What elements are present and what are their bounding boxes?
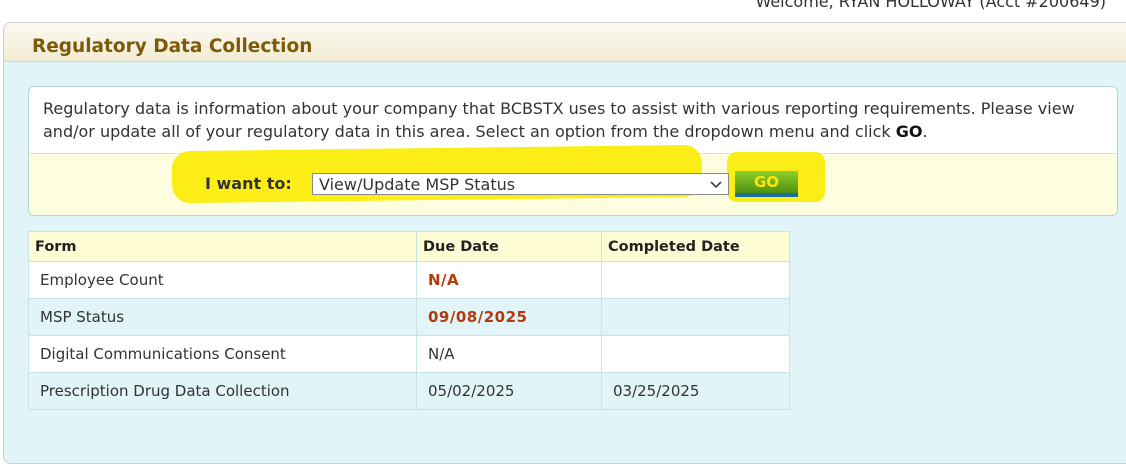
forms-table: Form Due Date Completed Date Employee Co…: [28, 231, 790, 410]
due-date: 09/08/2025: [416, 298, 602, 336]
intro-text: Regulatory data is information about you…: [29, 87, 1117, 155]
table-row: Digital Communications Consent N/A: [28, 335, 790, 373]
table-header-row: Form Due Date Completed Date: [28, 231, 790, 262]
welcome-text: Welcome, RYAN HOLLOWAY (Acct #200649): [755, 0, 1106, 11]
intro-go-emphasis: GO: [895, 122, 923, 141]
page-title: Regulatory Data Collection: [32, 36, 313, 57]
completed-date: [601, 261, 790, 299]
completed-date: [601, 298, 790, 336]
completed-date: 03/25/2025: [601, 372, 790, 410]
table-row: Employee Count N/A: [28, 261, 790, 299]
due-date: 05/02/2025: [416, 372, 602, 410]
form-name: Prescription Drug Data Collection: [28, 372, 417, 410]
column-header-due-date: Due Date: [416, 231, 602, 262]
table-row: MSP Status 09/08/2025: [28, 298, 790, 336]
table-row: Prescription Drug Data Collection 05/02/…: [28, 372, 790, 410]
form-name: Employee Count: [28, 261, 417, 299]
action-select-value: View/Update MSP Status: [319, 175, 516, 194]
intro-text-end: .: [922, 122, 928, 141]
form-name: Digital Communications Consent: [28, 335, 417, 373]
go-button[interactable]: GO: [735, 171, 798, 197]
chevron-down-icon: [708, 174, 724, 196]
i-want-to-label: I want to:: [205, 174, 292, 193]
column-header-completed-date: Completed Date: [601, 231, 790, 262]
due-date: N/A: [416, 335, 602, 373]
column-header-form: Form: [28, 231, 417, 262]
action-select[interactable]: View/Update MSP Status: [312, 173, 729, 195]
panel-header: Regulatory Data Collection: [4, 23, 1126, 62]
action-bar: I want to: View/Update MSP Status GO: [29, 144, 1117, 215]
completed-date: [601, 335, 790, 373]
info-box: Regulatory data is information about you…: [28, 86, 1118, 216]
due-date: N/A: [416, 261, 602, 299]
regulatory-panel: Regulatory Data Collection Regulatory da…: [3, 22, 1126, 464]
form-name: MSP Status: [28, 298, 417, 336]
